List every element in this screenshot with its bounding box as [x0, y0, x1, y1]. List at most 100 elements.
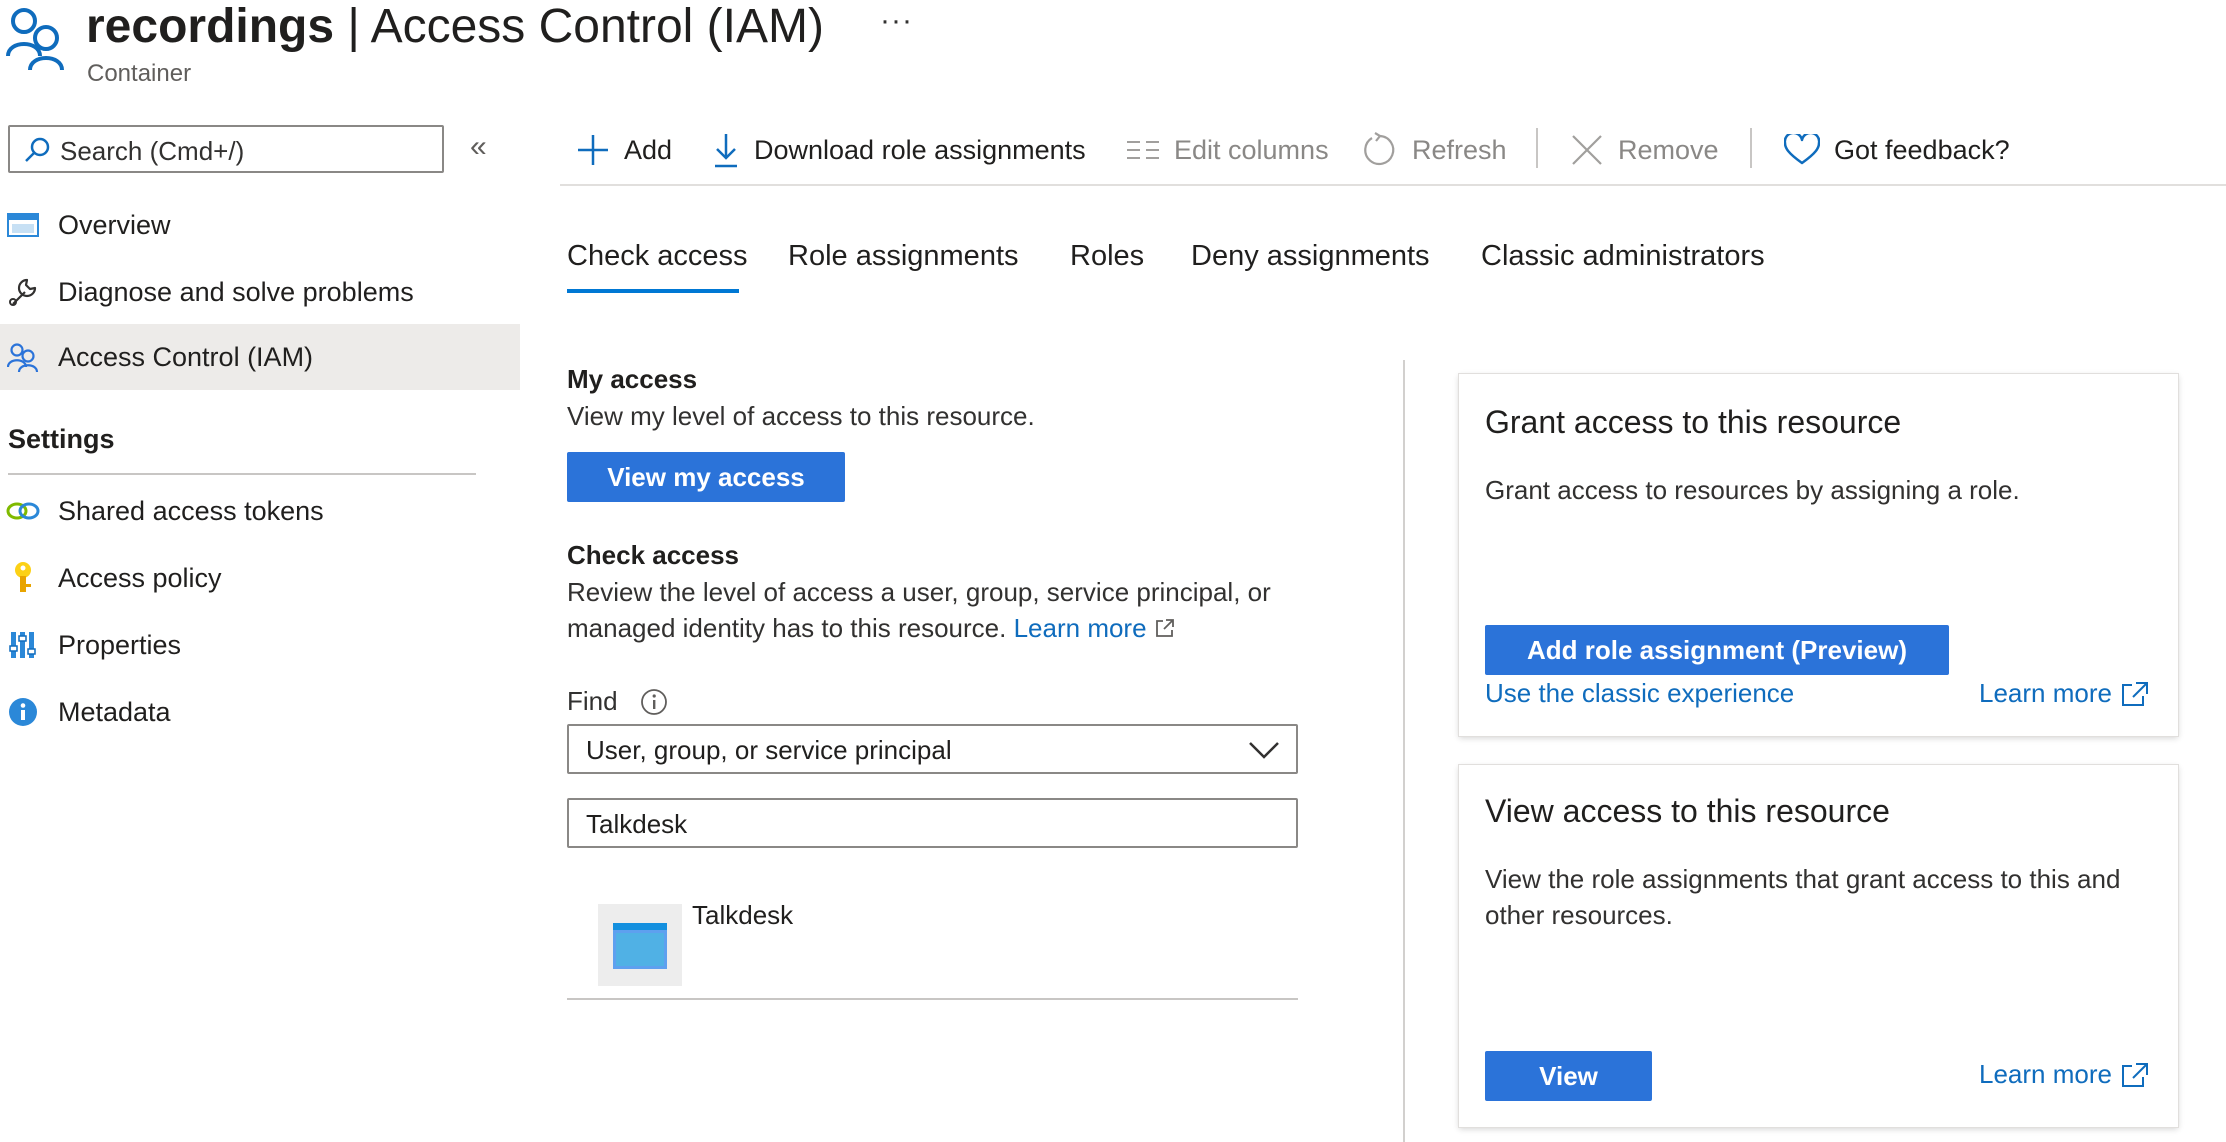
tab-deny-assignments[interactable]: Deny assignments: [1191, 240, 1430, 273]
sidebar-item-label: Shared access tokens: [58, 495, 324, 526]
sidebar-item-label: Access Control (IAM): [58, 341, 314, 372]
tab-role-assignments[interactable]: Role assignments: [788, 240, 1019, 273]
feedback-label: Got feedback?: [1834, 134, 2010, 165]
iam-people-icon: [6, 4, 68, 72]
sidebar-item-overview[interactable]: Overview: [0, 192, 520, 258]
search-result-item[interactable]: Talkdesk: [567, 880, 1298, 1000]
check-access-description-text: managed identity has to this resource.: [567, 613, 1007, 643]
check-access-description-line1: Review the level of access a user, group…: [567, 577, 1271, 607]
columns-icon: [1126, 138, 1160, 162]
view-button[interactable]: View: [1485, 1051, 1652, 1101]
search-placeholder: Search (Cmd+/): [60, 136, 245, 166]
refresh-button[interactable]: Refresh: [1362, 128, 1507, 172]
sidebar-item-access-policy[interactable]: Access policy: [0, 545, 520, 611]
tab-classic-administrators[interactable]: Classic administrators: [1481, 240, 1765, 273]
search-result-name: Talkdesk: [692, 900, 794, 930]
result-divider: [567, 998, 1298, 1000]
view-card-text-line1: View the role assignments that grant acc…: [1485, 864, 2121, 894]
sidebar-item-label: Access policy: [58, 562, 222, 593]
remove-label: Remove: [1618, 134, 1719, 165]
search-input-value: Talkdesk: [586, 809, 688, 839]
find-principal-dropdown[interactable]: User, group, or service principal: [567, 724, 1298, 774]
sidebar-item-label: Overview: [58, 209, 171, 240]
grant-learn-more-link[interactable]: Learn more: [1979, 678, 2150, 709]
toolbar-divider: [1536, 128, 1538, 168]
refresh-icon: [1362, 132, 1398, 168]
view-access-card: View access to this resource View the ro…: [1459, 765, 2178, 1127]
view-card-text-line2: other resources.: [1485, 900, 1673, 930]
remove-button[interactable]: Remove: [1570, 128, 1719, 172]
classic-experience-link[interactable]: Use the classic experience: [1485, 678, 1794, 709]
edit-columns-label: Edit columns: [1174, 134, 1329, 165]
sidebar-item-access-control[interactable]: Access Control (IAM): [0, 324, 520, 390]
active-tab-indicator: [567, 289, 739, 293]
grant-access-card: Grant access to this resource Grant acce…: [1459, 374, 2178, 736]
add-button[interactable]: Add: [576, 128, 672, 172]
sidebar-item-label: Properties: [58, 629, 182, 660]
people-icon: [6, 342, 40, 372]
search-icon: [24, 137, 50, 163]
find-label: Find: [567, 686, 618, 716]
title-separator: |: [334, 0, 371, 53]
wrench-icon: [6, 276, 40, 308]
sidebar-item-properties[interactable]: Properties: [0, 612, 520, 678]
sidebar-item-diagnose[interactable]: Diagnose and solve problems: [0, 259, 520, 325]
feedback-button[interactable]: Got feedback?: [1784, 128, 2010, 172]
chevron-down-icon: [1249, 742, 1279, 759]
toolbar-divider: [1750, 128, 1752, 168]
sidebar-search-input[interactable]: Search (Cmd+/): [8, 125, 444, 173]
check-access-heading: Check access: [567, 540, 740, 570]
resource-name: recordings: [86, 0, 335, 53]
plus-icon: [576, 133, 610, 167]
collapse-sidebar-button[interactable]: «: [470, 130, 487, 164]
my-access-heading: My access: [567, 364, 698, 394]
principal-search-input[interactable]: Talkdesk: [567, 798, 1298, 848]
check-access-description-line2: managed identity has to this resource. L…: [567, 610, 1176, 646]
sidebar-item-metadata[interactable]: Metadata: [0, 679, 520, 745]
sidebar-item-shared-access-tokens[interactable]: Shared access tokens: [0, 478, 520, 544]
tab-check-access[interactable]: Check access: [567, 240, 748, 273]
grant-card-title: Grant access to this resource: [1485, 404, 1902, 440]
download-icon: [712, 132, 740, 168]
overview-icon: [6, 212, 40, 238]
blade-title: Access Control (IAM): [370, 0, 824, 53]
page-title: recordings | Access Control (IAM): [86, 0, 824, 54]
check-access-learn-more-link[interactable]: Learn more: [1014, 613, 1176, 643]
learn-more-label: Learn more: [1013, 613, 1147, 643]
app-registration-icon: [598, 904, 682, 986]
add-label: Add: [624, 134, 673, 165]
refresh-label: Refresh: [1412, 134, 1507, 165]
sidebar-item-label: Diagnose and solve problems: [58, 276, 414, 307]
info-icon: [6, 697, 40, 727]
info-tooltip-icon[interactable]: [640, 688, 668, 716]
learn-more-label: Learn more: [1979, 678, 2112, 708]
view-my-access-button[interactable]: View my access: [567, 452, 845, 502]
more-options-button[interactable]: ···: [880, 4, 913, 38]
edit-columns-button[interactable]: Edit columns: [1126, 128, 1329, 172]
sidebar-item-label: Metadata: [58, 696, 171, 727]
view-card-title: View access to this resource: [1485, 793, 1890, 829]
download-label: Download role assignments: [754, 134, 1086, 165]
close-icon: [1570, 133, 1604, 167]
resource-type-subtitle: Container: [87, 60, 192, 87]
dropdown-selected-value: User, group, or service principal: [586, 735, 952, 765]
find-label-row: Find: [567, 686, 668, 717]
external-link-icon: [1155, 619, 1174, 637]
external-link-icon: [2121, 1062, 2148, 1087]
my-access-description: View my level of access to this resource…: [567, 401, 1035, 431]
grant-card-text: Grant access to resources by assigning a…: [1485, 475, 2020, 505]
settings-heading: Settings: [8, 424, 115, 454]
key-icon: [6, 561, 40, 595]
view-learn-more-link[interactable]: Learn more: [1979, 1059, 2150, 1090]
heart-icon: [1784, 134, 1820, 166]
toolbar-bottom-border: [560, 184, 2226, 186]
properties-icon: [6, 630, 40, 660]
tab-roles[interactable]: Roles: [1070, 240, 1144, 273]
external-link-icon: [2121, 681, 2148, 706]
download-role-assignments-button[interactable]: Download role assignments: [712, 128, 1086, 172]
link-icon: [6, 500, 40, 522]
add-role-assignment-button[interactable]: Add role assignment (Preview): [1485, 625, 1949, 675]
content-vertical-divider: [1403, 360, 1405, 1142]
settings-divider: [8, 473, 476, 475]
learn-more-label: Learn more: [1979, 1059, 2112, 1089]
